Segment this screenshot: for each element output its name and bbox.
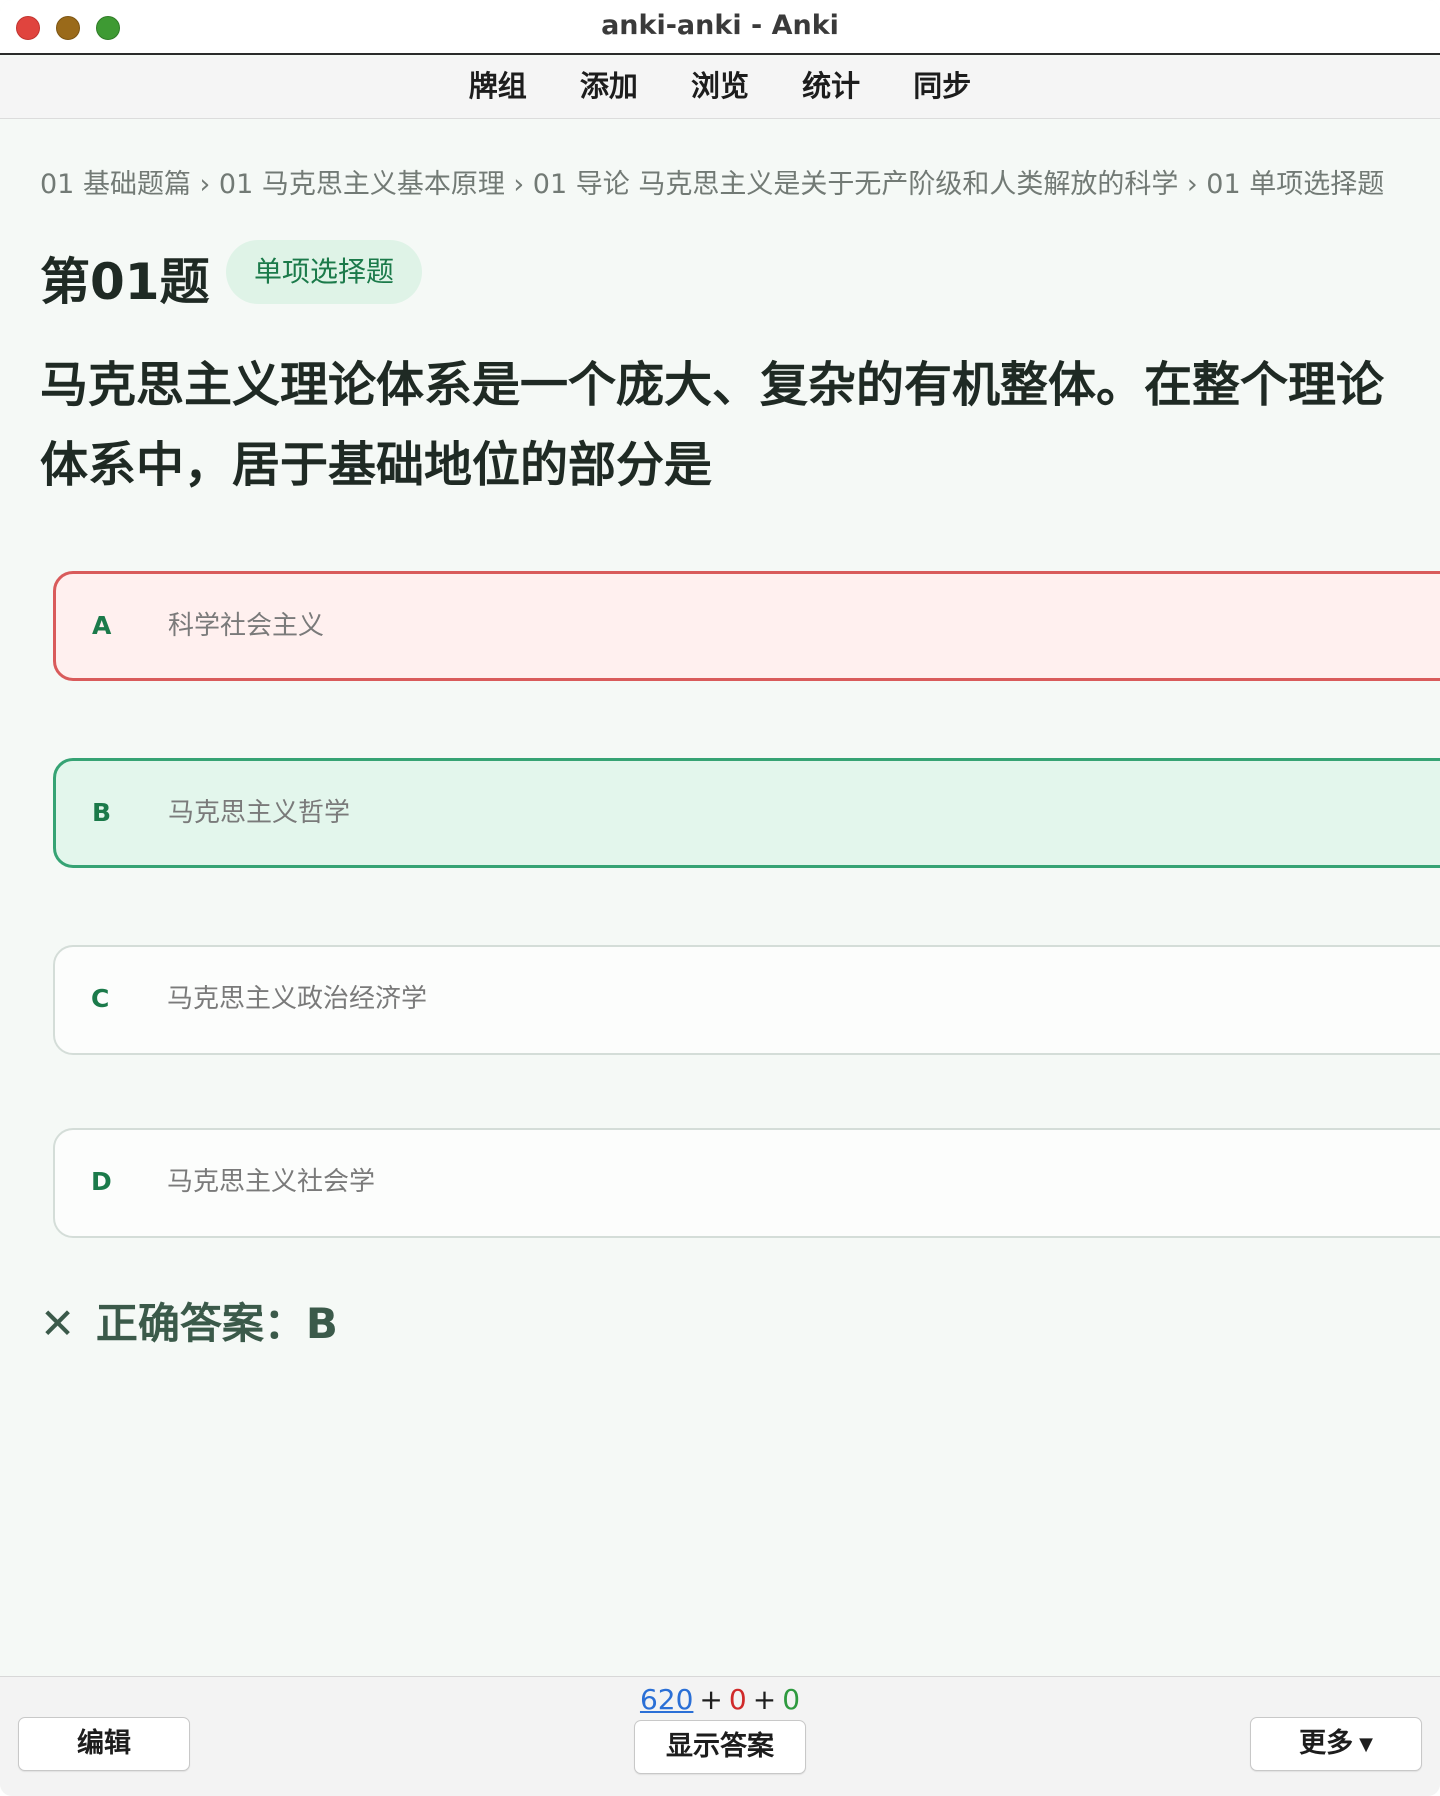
more-button[interactable]: 更多 ▼ xyxy=(1250,1717,1422,1771)
question-stem: 马克思主义理论体系是一个庞大、复杂的有机整体。在整个理论体系中，居于基础地位的部… xyxy=(40,357,1385,493)
option-c[interactable]: C 马克思主义政治经济学 xyxy=(53,945,1440,1055)
plus-separator: + xyxy=(699,1683,723,1716)
more-button-label: 更多 xyxy=(1299,1728,1354,1759)
anki-window: anki-anki - Anki 牌组 添加 浏览 统计 同步 01 基础题篇 … xyxy=(0,0,1440,1796)
edit-button[interactable]: 编辑 xyxy=(18,1717,190,1771)
option-b[interactable]: B 马克思主义哲学 xyxy=(53,758,1440,868)
top-menu: 牌组 添加 浏览 统计 同步 xyxy=(0,57,1440,119)
option-text: 科学社会主义 xyxy=(168,611,325,641)
option-letter: C xyxy=(91,984,110,1013)
question-number: 第01题 xyxy=(40,253,210,311)
correct-answer-text: 正确答案：B xyxy=(95,1299,338,1348)
option-letter: D xyxy=(91,1167,112,1196)
option-letter: B xyxy=(92,798,112,827)
breadcrumb: 01 基础题篇 › 01 马克思主义基本原理 › 01 导论 马克思主义是关于无… xyxy=(40,169,1385,200)
correct-answer: ✕ 正确答案：B xyxy=(40,1290,338,1351)
learn-count: 0 xyxy=(728,1683,747,1716)
menu-item-add[interactable]: 添加 xyxy=(580,57,638,115)
title-bar: anki-anki - Anki xyxy=(0,0,1440,55)
menu-item-sync[interactable]: 同步 xyxy=(913,57,971,115)
option-text: 马克思主义社会学 xyxy=(167,1167,376,1197)
show-answer-button[interactable]: 显示答案 xyxy=(634,1720,806,1774)
due-counts: 620 +0 +0 xyxy=(0,1683,1440,1716)
plus-separator: + xyxy=(752,1683,777,1716)
window-title: anki-anki - Anki xyxy=(601,10,839,41)
wrong-mark-icon: ✕ xyxy=(40,1299,76,1348)
option-text: 马克思主义哲学 xyxy=(168,798,351,828)
review-count: 0 xyxy=(782,1683,801,1716)
option-text: 马克思主义政治经济学 xyxy=(167,984,428,1014)
menu-item-decks[interactable]: 牌组 xyxy=(469,57,527,115)
option-letter: A xyxy=(92,611,112,640)
option-d[interactable]: D 马克思主义社会学 xyxy=(53,1128,1440,1238)
bottom-bar: 620 +0 +0 编辑 显示答案 更多 ▼ xyxy=(0,1676,1440,1796)
option-a[interactable]: A 科学社会主义 xyxy=(53,571,1440,681)
menu-item-stats[interactable]: 统计 xyxy=(802,57,860,115)
card-content: 01 基础题篇 › 01 马克思主义基本原理 › 01 导论 马克思主义是关于无… xyxy=(0,120,1440,1675)
menu-item-browse[interactable]: 浏览 xyxy=(691,57,749,115)
new-count[interactable]: 620 xyxy=(640,1683,693,1716)
caret-down-icon: ▼ xyxy=(1359,1733,1373,1755)
question-type-badge: 单项选择题 xyxy=(226,240,422,304)
